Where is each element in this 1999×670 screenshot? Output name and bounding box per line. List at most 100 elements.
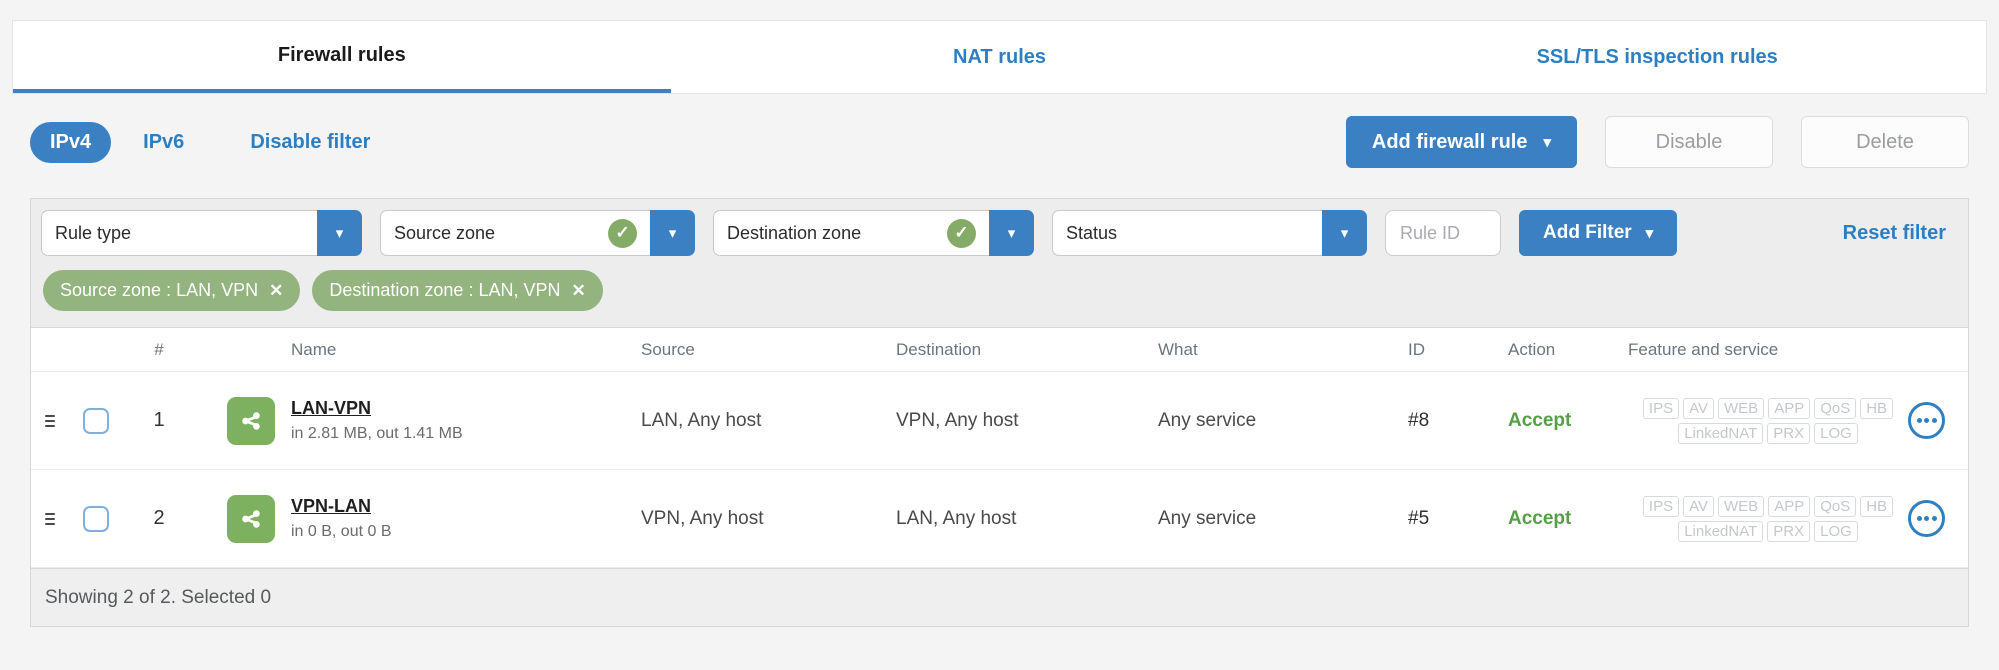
feature-badge: WEB [1718, 397, 1765, 419]
reset-filter-link[interactable]: Reset filter [1843, 222, 1946, 245]
header-source: Source [641, 339, 695, 359]
table-header-row: # Name Source Destination What ID Action… [31, 328, 1968, 372]
ipv6-toggle[interactable]: IPv6 [143, 131, 184, 154]
status-dropdown[interactable]: Status ▾ [1052, 210, 1367, 256]
feature-badges-line2: LinkedNAT PRX LOG [1678, 422, 1858, 444]
disable-filter-link[interactable]: Disable filter [250, 131, 370, 154]
firewall-rules-table: # Name Source Destination What ID Action… [30, 328, 1969, 569]
status-dropdown-value: Status [1052, 210, 1322, 256]
table-row: 2 VPN-LAN in 0 B, out 0 B VPN, Any host … [31, 470, 1968, 568]
rule-id: #5 [1408, 507, 1430, 529]
chip-label: Destination zone : LAN, VPN [329, 280, 561, 300]
rule-type-dropdown-value: Rule type [41, 210, 317, 256]
rule-source: VPN, Any host [641, 507, 764, 529]
filter-row: Rule type ▾ Source zone ✓ ▾ Destination … [31, 199, 1968, 266]
feature-badges-line1: IPS AV WEB APP QoS HB [1642, 397, 1894, 419]
destination-zone-dropdown[interactable]: Destination zone ✓ ▾ [713, 210, 1034, 256]
share-network-icon [227, 396, 275, 445]
feature-badges-line2: LinkedNAT PRX LOG [1678, 520, 1858, 542]
rule-action: Accept [1508, 409, 1572, 431]
feature-badge: PRX [1767, 520, 1811, 542]
delete-button[interactable]: Delete [1801, 116, 1969, 168]
feature-badge: QoS [1814, 397, 1857, 419]
chevron-down-icon: ▾ [335, 224, 344, 242]
filter-panel: Rule type ▾ Source zone ✓ ▾ Destination … [30, 198, 1969, 328]
destination-zone-label: Destination zone [727, 222, 862, 243]
feature-badges: IPS AV WEB APP QoS HB LinkedNAT PRX LOG [1628, 397, 1908, 444]
header-id: ID [1408, 339, 1425, 359]
feature-badge: WEB [1718, 495, 1765, 517]
filter-chip-source-zone: Source zone : LAN, VPN ✕ [43, 270, 301, 311]
source-zone-dropdown[interactable]: Source zone ✓ ▾ [380, 210, 695, 256]
add-filter-button[interactable]: Add Filter ▾ [1519, 210, 1678, 256]
tab-ssl-tls-inspection-rules[interactable]: SSL/TLS inspection rules [1328, 21, 1986, 93]
rule-name-cell: VPN-LAN in 0 B, out 0 B [291, 496, 641, 541]
feature-badge: APP [1768, 495, 1811, 517]
header-destination: Destination [896, 339, 982, 359]
rule-traffic: in 0 B, out 0 B [291, 523, 392, 540]
close-icon[interactable]: ✕ [571, 281, 585, 301]
feature-badges-line1: IPS AV WEB APP QoS HB [1642, 495, 1894, 517]
row-checkbox[interactable] [83, 505, 109, 532]
feature-badge: LinkedNAT [1678, 520, 1764, 542]
rule-name-link[interactable]: VPN-LAN [291, 496, 641, 517]
feature-badge: LinkedNAT [1678, 422, 1764, 444]
rule-traffic: in 2.81 MB, out 1.41 MB [291, 425, 463, 442]
header-name: Name [291, 339, 337, 359]
row-number: 2 [153, 507, 165, 529]
feature-badge: PRX [1767, 422, 1811, 444]
feature-badge: IPS [1642, 495, 1680, 517]
feature-badge: HB [1860, 397, 1894, 419]
source-zone-dropdown-button[interactable]: ▾ [650, 210, 695, 256]
header-num: # [154, 339, 164, 359]
destination-zone-dropdown-button[interactable]: ▾ [989, 210, 1034, 256]
header-features: Feature and service [1628, 339, 1779, 359]
rule-what: Any service [1158, 409, 1257, 431]
source-zone-label: Source zone [394, 222, 496, 243]
disable-button[interactable]: Disable [1605, 116, 1773, 168]
feature-badge: AV [1683, 495, 1715, 517]
feature-badge: APP [1768, 397, 1811, 419]
add-firewall-rule-label: Add firewall rule [1371, 130, 1528, 153]
row-checkbox[interactable] [83, 407, 109, 434]
filter-chips-row: Source zone : LAN, VPN ✕ Destination zon… [31, 266, 1968, 327]
rule-id: #8 [1408, 409, 1430, 431]
rule-type-dropdown[interactable]: Rule type ▾ [41, 210, 362, 256]
chevron-down-icon: ▾ [1645, 224, 1654, 242]
chevron-down-icon: ▾ [1543, 133, 1551, 151]
tab-nat-rules[interactable]: NAT rules [671, 21, 1329, 93]
drag-handle-icon[interactable] [45, 414, 71, 427]
row-number: 1 [153, 409, 165, 431]
tab-firewall-rules[interactable]: Firewall rules [13, 21, 671, 93]
more-actions-button[interactable] [1908, 402, 1945, 439]
chip-label: Source zone : LAN, VPN [60, 280, 259, 300]
chevron-down-icon: ▾ [1007, 224, 1016, 242]
drag-handle-icon[interactable] [45, 512, 71, 525]
rule-name-link[interactable]: LAN-VPN [291, 398, 641, 419]
add-firewall-rule-button[interactable]: Add firewall rule ▾ [1345, 116, 1577, 168]
rule-what: Any service [1158, 507, 1257, 529]
rule-name-cell: LAN-VPN in 2.81 MB, out 1.41 MB [291, 398, 641, 443]
chevron-down-icon: ▾ [668, 224, 677, 242]
ipv4-toggle[interactable]: IPv4 [30, 121, 112, 163]
feature-badge: QoS [1814, 495, 1857, 517]
toolbar: IPv4 IPv6 Disable filter Add firewall ru… [30, 116, 1969, 168]
more-actions-button[interactable] [1908, 500, 1945, 537]
chevron-down-icon: ▾ [1340, 224, 1349, 242]
showing-status: Showing 2 of 2. Selected 0 [45, 586, 272, 608]
close-icon[interactable]: ✕ [269, 281, 283, 301]
check-circle-icon: ✓ [947, 218, 976, 248]
rule-destination: VPN, Any host [896, 409, 1019, 431]
destination-zone-dropdown-value: Destination zone ✓ [713, 210, 989, 256]
add-filter-label: Add Filter [1543, 222, 1632, 243]
filter-chip-destination-zone: Destination zone : LAN, VPN ✕ [312, 270, 603, 311]
feature-badge: HB [1860, 495, 1894, 517]
feature-badge: AV [1683, 397, 1715, 419]
table-row: 1 LAN-VPN in 2.81 MB, out 1.41 MB LAN, A… [31, 372, 1968, 470]
share-network-icon [227, 494, 275, 543]
rule-type-dropdown-button[interactable]: ▾ [317, 210, 362, 256]
rule-destination: LAN, Any host [896, 507, 1017, 529]
feature-badges: IPS AV WEB APP QoS HB LinkedNAT PRX LOG [1628, 495, 1908, 542]
status-dropdown-button[interactable]: ▾ [1322, 210, 1367, 256]
rule-id-input[interactable] [1385, 210, 1501, 256]
